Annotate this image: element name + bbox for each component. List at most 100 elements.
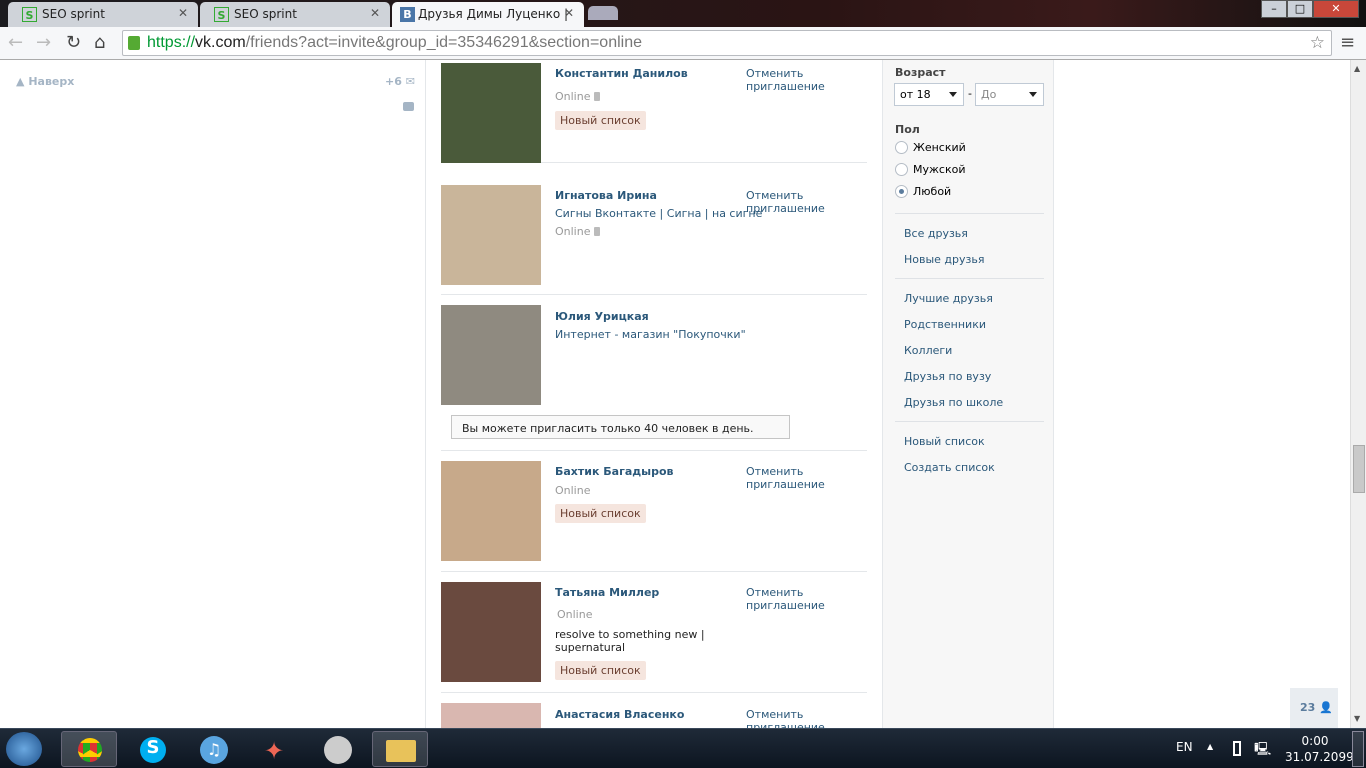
status-text: Online <box>555 225 591 238</box>
mobile-icon <box>594 227 601 236</box>
clock-time: 0:00 <box>1301 734 1329 748</box>
start-button[interactable] <box>6 732 42 766</box>
vk-icon: B <box>400 7 415 22</box>
reload-icon[interactable]: ↻ <box>66 32 81 53</box>
friend-name[interactable]: Анастасия Власенко <box>555 708 684 721</box>
cancel-invite-link[interactable]: Отменить приглашение <box>746 586 846 612</box>
divider <box>895 213 1044 214</box>
lock-icon <box>128 36 140 50</box>
battery-icon[interactable] <box>1233 741 1241 756</box>
close-icon[interactable]: ✕ <box>564 6 574 20</box>
filter-all-friends[interactable]: Все друзья <box>904 227 968 240</box>
scroll-up-arrow-icon[interactable]: ▲ <box>1354 64 1360 73</box>
scroll-down-arrow-icon[interactable]: ▼ <box>1354 714 1360 723</box>
url-path: /friends?act=invite&group_id=35346291&se… <box>245 34 642 51</box>
list-tag[interactable]: Новый список <box>555 504 646 523</box>
back-icon[interactable]: ← <box>8 32 23 53</box>
minimize-button[interactable]: – <box>1261 0 1287 18</box>
explorer-taskbar-icon[interactable] <box>372 731 428 767</box>
friend-photo[interactable] <box>441 305 541 405</box>
tab-vk-friends[interactable]: B Друзья Димы Луценко | ✕ <box>392 2 584 27</box>
filter-university[interactable]: Друзья по вузу <box>904 370 991 383</box>
radio-icon <box>895 163 908 176</box>
filters-panel: Возраст от 18 - До Пол Женский Мужской Л… <box>882 60 1054 728</box>
messages-counter[interactable]: +6 ✉ <box>385 75 415 88</box>
user-icon: 👤 <box>1319 701 1333 714</box>
language-indicator[interactable]: EN <box>1176 740 1193 754</box>
itunes-taskbar-icon[interactable]: ♫ <box>186 731 242 767</box>
online-friends-counter[interactable]: 23 👤 <box>1290 688 1338 728</box>
close-icon[interactable]: ✕ <box>370 6 380 20</box>
online-status: Online <box>557 608 593 621</box>
address-bar[interactable]: https://vk.com/friends?act=invite&group_… <box>122 30 1332 56</box>
friend-name[interactable]: Бахтик Багадыров <box>555 465 673 478</box>
skype-taskbar-icon[interactable]: S <box>124 731 180 767</box>
friend-subtitle: resolve to something new | supernatural <box>555 628 705 654</box>
cancel-invite-link[interactable]: Отменить приглашение <box>746 465 846 491</box>
scrollbar-thumb[interactable] <box>1353 445 1365 493</box>
close-icon[interactable]: ✕ <box>178 6 188 20</box>
cancel-invite-link[interactable]: Отменить приглашение <box>746 67 846 93</box>
online-status: Online <box>555 484 591 497</box>
forward-icon[interactable]: → <box>36 32 51 53</box>
age-to-select[interactable]: До <box>975 83 1044 106</box>
friend-photo[interactable] <box>441 582 541 682</box>
chrome-taskbar-icon[interactable] <box>61 731 117 767</box>
filter-school[interactable]: Друзья по школе <box>904 396 1003 409</box>
gender-male-radio[interactable]: Мужской <box>895 163 965 176</box>
steam-taskbar-icon[interactable] <box>310 731 366 767</box>
radio-label: Мужской <box>913 163 966 176</box>
friend-name[interactable]: Юлия Урицкая <box>555 310 649 323</box>
filter-colleagues[interactable]: Коллеги <box>904 344 952 357</box>
bookmark-star-icon[interactable]: ☆ <box>1310 33 1325 53</box>
network-icon[interactable]: 🖳 <box>1254 740 1271 762</box>
divider <box>895 421 1044 422</box>
radio-label: Любой <box>913 185 952 198</box>
friend-name[interactable]: Татьяна Миллер <box>555 586 659 599</box>
friend-photo[interactable] <box>441 461 541 561</box>
friend-row: Игнатова Ирина Отменить приглашение Сигн… <box>441 174 867 295</box>
clock-date: 31.07.2099 <box>1285 750 1354 764</box>
show-desktop-button[interactable] <box>1352 731 1364 767</box>
scrollbar[interactable]: ▲ ▼ <box>1350 60 1366 728</box>
friend-row: Анастасия Власенко Отменить приглашение <box>441 693 867 728</box>
radio-label: Женский <box>913 141 966 154</box>
age-from-select[interactable]: от 18 <box>894 83 964 106</box>
menu-icon[interactable]: ≡ <box>1340 32 1355 53</box>
list-tag[interactable]: Новый список <box>555 661 646 680</box>
comment-icon[interactable] <box>403 102 414 111</box>
friend-name[interactable]: Константин Данилов <box>555 67 688 80</box>
gender-any-radio[interactable]: Любой <box>895 185 951 198</box>
browser-toolbar: ← → ↻ ⌂ https://vk.com/friends?act=invit… <box>0 27 1366 60</box>
online-count: 23 <box>1300 701 1316 714</box>
scroll-to-top-label: Наверх <box>28 75 75 88</box>
create-list-link[interactable]: Создать список <box>904 461 995 474</box>
filter-new-friends[interactable]: Новые друзья <box>904 253 984 266</box>
friend-photo[interactable] <box>441 63 541 163</box>
close-window-button[interactable]: ✕ <box>1313 0 1359 18</box>
left-column: ▲ Наверх +6 ✉ <box>0 60 426 728</box>
scroll-to-top-link[interactable]: ▲ Наверх <box>16 75 74 88</box>
filter-new-list[interactable]: Новый список <box>904 435 985 448</box>
url-scheme: https:// <box>147 34 196 51</box>
maximize-button[interactable]: □ <box>1287 0 1313 18</box>
filter-relatives[interactable]: Родственники <box>904 318 986 331</box>
clock[interactable]: 0:00 31.07.2099 <box>1285 733 1354 765</box>
home-icon[interactable]: ⌂ <box>94 32 105 53</box>
cancel-invite-link[interactable]: Отменить приглашение <box>746 708 846 728</box>
gender-female-radio[interactable]: Женский <box>895 141 966 154</box>
tab-seo-sprint-1[interactable]: S SEO sprint ✕ <box>8 2 198 27</box>
list-tag[interactable]: Новый список <box>555 111 646 130</box>
app-taskbar-icon[interactable]: ✦ <box>248 731 304 767</box>
filter-best-friends[interactable]: Лучшие друзья <box>904 292 993 305</box>
tab-seo-sprint-2[interactable]: S SEO sprint ✕ <box>200 2 390 27</box>
tab-label: SEO sprint <box>42 7 105 21</box>
online-status: Online <box>555 225 601 238</box>
friend-photo[interactable] <box>441 703 541 728</box>
friend-photo[interactable] <box>441 185 541 285</box>
tab-bar: S SEO sprint ✕ S SEO sprint ✕ B Друзья Димы Л… <box>0 0 1366 27</box>
friend-name[interactable]: Игнатова Ирина <box>555 189 657 202</box>
friend-row: Юлия Урицкая Интернет - магазин "Покупоч… <box>441 295 867 451</box>
tray-expand-icon[interactable]: ▲ <box>1207 742 1213 751</box>
new-tab-button[interactable] <box>588 6 618 20</box>
